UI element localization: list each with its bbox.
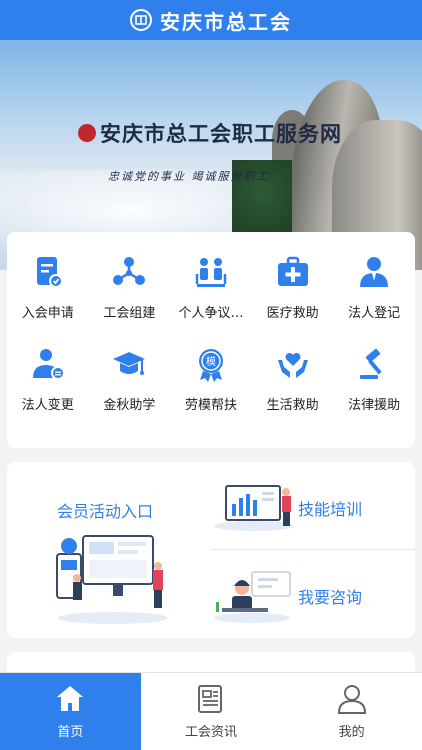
service-label: 生活救助 [266, 398, 319, 413]
service-life-aid[interactable]: 生活救助 [252, 344, 334, 436]
news-icon [198, 685, 222, 713]
member-activity-label: 会员活动入口 [57, 502, 154, 521]
service-label: 个人争议… [178, 306, 244, 321]
app-header: 安庆市总工会 [0, 0, 422, 40]
home-icon [57, 686, 84, 711]
skills-training-label: 技能培训 [298, 500, 363, 519]
model-badge-icon: 模 [191, 344, 231, 384]
consult-label: 我要咨询 [298, 588, 363, 607]
service-label: 法人变更 [21, 398, 74, 413]
gavel-icon [354, 344, 394, 384]
service-label: 劳模帮扶 [184, 398, 237, 413]
service-label: 医疗救助 [266, 306, 319, 321]
service-legal-aid[interactable]: 法律援助 [333, 344, 415, 436]
service-personal-dispute[interactable]: 个人争议… [170, 252, 252, 344]
tab-mine-label: 我的 [338, 725, 365, 740]
tab-union-news-label: 工会资讯 [185, 725, 238, 740]
union-seal-icon [78, 124, 96, 142]
service-label: 入会申请 [21, 306, 74, 321]
network-nodes-icon [109, 252, 149, 292]
user-icon [337, 685, 366, 714]
service-label: 金秋助学 [103, 398, 156, 413]
banner-brand: 安庆市总工会职工服务网 [78, 118, 342, 148]
tab-home-label: 首页 [57, 725, 84, 740]
heart-hands-icon [273, 344, 313, 384]
service-golden-autumn-study[interactable]: 金秋助学 [89, 344, 171, 436]
people-dispute-icon [191, 252, 231, 292]
consult-entry[interactable]: 我要咨询 [210, 550, 415, 638]
service-label: 工会组建 [103, 306, 156, 321]
service-legal-person-register[interactable]: 法人登记 [333, 252, 415, 344]
service-label: 法人登记 [348, 306, 401, 321]
person-change-icon [28, 344, 68, 384]
member-activity-entry[interactable]: 会员活动入口 [7, 462, 207, 638]
tab-union-news[interactable]: 工会资讯 [141, 673, 282, 750]
skills-training-illustration [214, 485, 294, 531]
app-title: 安庆市总工会 [160, 9, 292, 34]
consult-illustration [214, 571, 291, 623]
skills-training-entry[interactable]: 技能培训 [210, 462, 415, 550]
tab-mine[interactable]: 我的 [281, 673, 422, 750]
services-card: 入会申请 工会组建 个人争议… 医疗救助 法人登记 法人变更 金秋助学 模 劳模… [7, 232, 415, 448]
bottom-tab-bar: 首页 工会资讯 我的 [0, 672, 422, 750]
service-union-setup[interactable]: 工会组建 [89, 252, 171, 344]
union-emblem-icon [130, 9, 152, 31]
medical-kit-icon [273, 252, 313, 292]
svg-text:模: 模 [206, 356, 216, 368]
service-join-application[interactable]: 入会申请 [7, 252, 89, 344]
banner-slogan: 忠诚党的事业 竭诚服务职工 [108, 170, 270, 183]
promo-card: 会员活动入口 技能培训 我要咨询 [7, 462, 415, 638]
application-form-icon [28, 252, 68, 292]
service-medical-aid[interactable]: 医疗救助 [252, 252, 334, 344]
member-activity-illustration [56, 535, 168, 624]
service-label: 法律援助 [348, 398, 401, 413]
person-register-icon [354, 252, 394, 292]
service-legal-person-change[interactable]: 法人变更 [7, 344, 89, 436]
graduation-cap-icon [109, 344, 149, 384]
service-model-worker-help[interactable]: 模 劳模帮扶 [170, 344, 252, 436]
banner-brand-text: 安庆市总工会职工服务网 [100, 121, 342, 146]
tab-home[interactable]: 首页 [0, 673, 141, 750]
